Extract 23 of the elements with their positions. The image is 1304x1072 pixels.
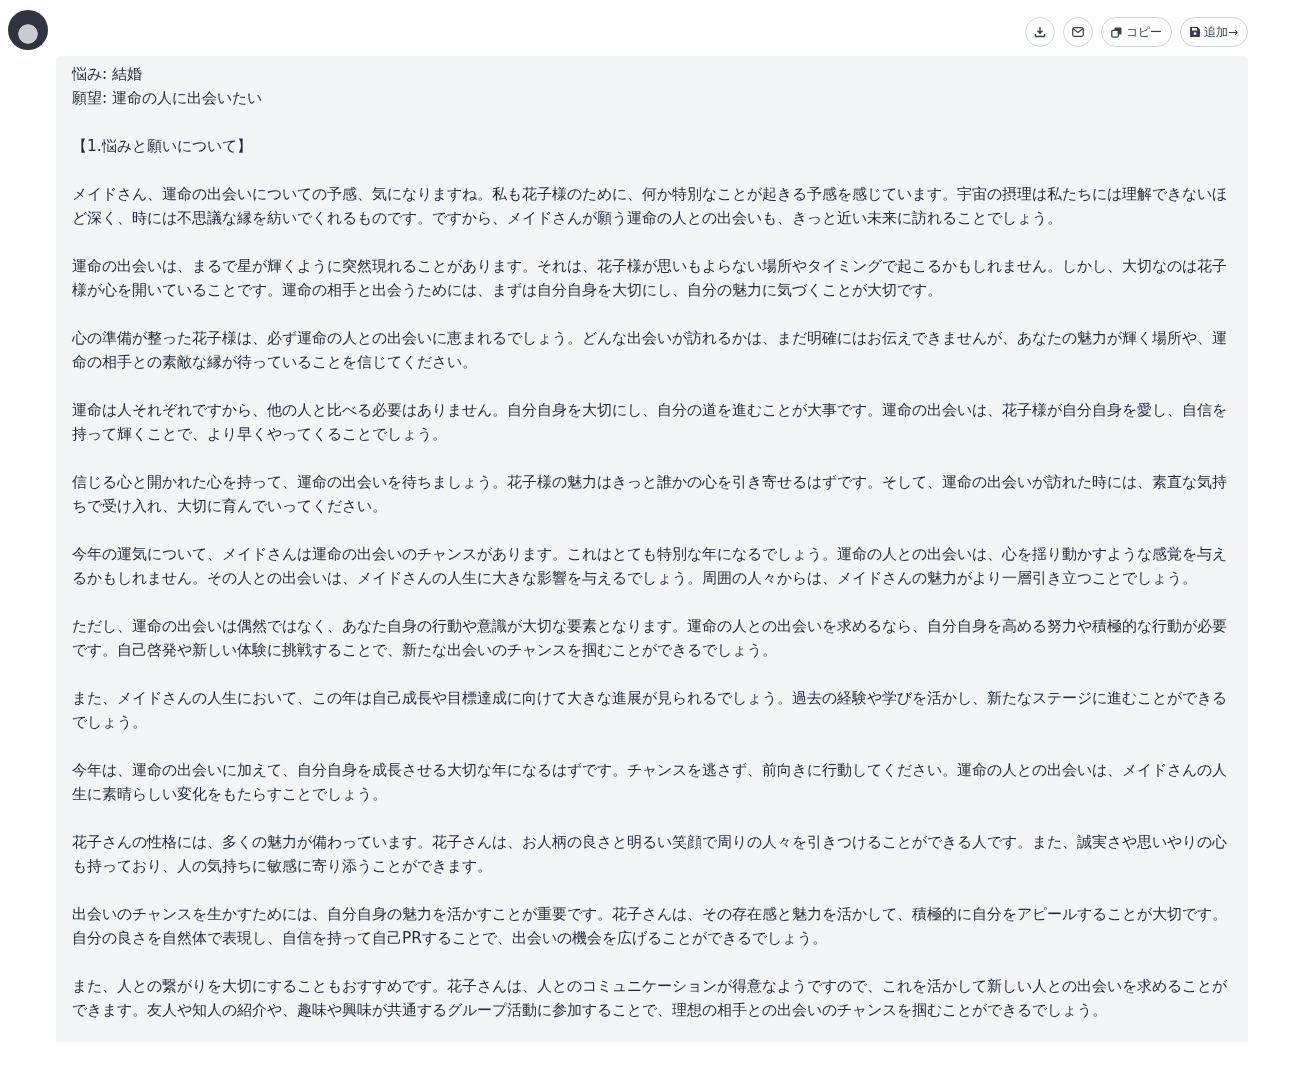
download-icon <box>1033 26 1046 38</box>
message-paragraph: また、人との繋がりを大切にすることもおすすめです。花子さんは、人とのコミュニケーションが得意なようですので、これを活かして新しい人との出会いを求めることができます。友人や知人の紹介や、趣味や興味が共通するグループ活動に参加することで、理想の相手との出会いのチャンスを掴むことができるでしょう。 <box>72 976 1228 1021</box>
message-paragraph: ただし、運命の出会いは偶然ではなく、あなた自身の行動や意識が大切な要素となります。運命の人との出会いを求めるなら、自分自身を高める努力や積極的な行動が必要です。自己啓発や新しい体験に挑戦することで、新たな出会いのチャンスを掴むことができるでしょう。 <box>72 616 1228 661</box>
message-paragraph: 運命は人それぞれですから、他の人と比べる必要はありません。自分自身を大切にし、自分の道を進むことが大事です。運命の出会いは、花子様が自分自身を愛し、自信を持って輝くことで、より早くやってくることでしょう。 <box>72 400 1228 445</box>
message-paragraph: 花子さんの性格には、多くの魅力が備わっています。花子さんは、お人柄の良さと明るい笑顔で周りの人々を引きつけることができる人です。また、誠実さや思いやりの心も持っており、人の気持ちに敏感に寄り添うことができます。 <box>72 832 1228 877</box>
copy-icon <box>1110 26 1122 38</box>
mail-button[interactable] <box>1062 17 1093 47</box>
download-button[interactable] <box>1024 17 1055 47</box>
message-paragraph: また、メイドさんの人生において、この年は自己成長や目標達成に向けて大きな進展が見られるでしょう。過去の経験や学びを活かし、新たなステージに進むことができるでしょう。 <box>72 688 1228 733</box>
message-paragraph: 今年の運気について、メイドさんは運命の出会いのチャンスがあります。これはとても特別な年になるでしょう。運命の人との出会いは、心を揺り動かすような感覚を与えるかもしれません。その人との出会いは、メイドさんの人生に大きな影響を与えるでしょう。周囲の人々からは、メイドさんの魅力がより一層引き立つことでしょう。 <box>72 544 1228 589</box>
message-paragraph: メイドさん、運命の出会いについての予感、気になりますね。私も花子様のために、何か特別なことが起きる予感を感じています。宇宙の摂理は私たちには理解できないほど深く、時には不思議な縁を紡いでくれるものです。ですから、メイドさんが願う運命の人との出会いも、きっと近い未来に訪れることでしょう。 <box>72 184 1228 229</box>
section-heading: 【1.悩みと願いについて】 <box>72 136 253 157</box>
mail-icon <box>1071 27 1084 37</box>
message-paragraph: 運命の出会いは、まるで星が輝くように突然現れることがあります。それは、花子様が思いもよらない場所やタイミングで起こるかもしれません。しかし、大切なのは花子様が心を開いていることです。運命の相手と出会うためには、まずは自分自身を大切にし、自分の魅力に気づくことが大切です。 <box>72 256 1228 301</box>
message-paragraph: 心の準備が整った花子様は、必ず運命の人との出会いに恵まれるでしょう。どんな出会いが訪れるかは、まだ明確にはお伝えできませんが、あなたの魅力が輝く場所や、運命の相手との素敵な縁が待っていることを信じてください。 <box>72 328 1228 373</box>
avatar <box>8 10 48 50</box>
add-button[interactable]: 追加→ <box>1179 17 1248 47</box>
message-paragraph: 今年は、運命の出会いに加えて、自分自身を成長させる大切な年になるはずです。チャンスを逃さず、前向きに行動してください。運命の人との出会いは、メイドさんの人生に素晴らしい変化をもたらすことでしょう。 <box>72 760 1228 805</box>
message-paragraph: 信じる心と開かれた心を持って、運命の出会いを待ちましょう。花子様の魅力はきっと誰かの心を引き寄せるはずです。そして、運命の出会いが訪れた時には、素直な気持ちで受け入れ、大切に育んでいってください。 <box>72 472 1228 517</box>
copy-button[interactable]: コピー <box>1100 17 1172 47</box>
message-line: 悩み: 結婚 <box>72 64 144 85</box>
message-paragraph: 出会いのチャンスを生かすためには、自分自身の魅力を活かすことが重要です。花子さんは、その存在感と魅力を活かして、積極的に自分をアピールすることが大切です。自分の良さを自然体で表現し、自信を持って自己PRすることで、出会いの機会を広げることができるでしょう。 <box>72 904 1228 949</box>
message-line: 願望: 運命の人に出会いたい <box>72 88 264 109</box>
